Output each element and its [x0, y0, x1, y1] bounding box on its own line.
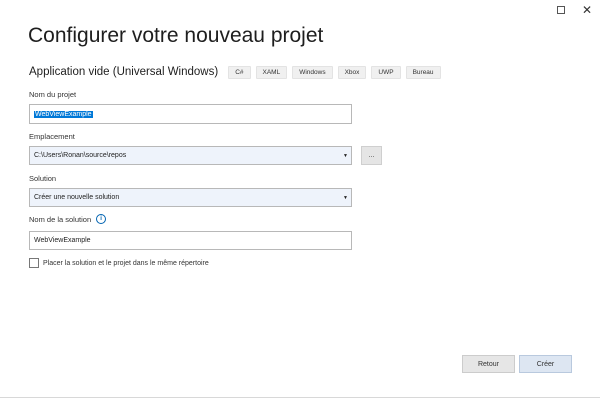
maximize-button[interactable]	[551, 3, 571, 17]
solution-value: Créer une nouvelle solution	[34, 194, 120, 201]
location-label: Emplacement	[29, 132, 75, 141]
new-project-dialog: ✕ Configurer votre nouveau projet Applic…	[0, 0, 600, 398]
project-name-input[interactable]: WebViewExample	[29, 104, 352, 124]
template-summary: Application vide (Universal Windows) C# …	[29, 65, 446, 79]
solution-label: Solution	[29, 174, 57, 183]
back-button[interactable]: Retour	[462, 355, 515, 373]
project-name-label: Nom du projet	[29, 90, 77, 99]
tag-xbox: Xbox	[337, 65, 367, 79]
solution-name-label-row: Nom de la solution i	[29, 214, 107, 224]
solution-combobox[interactable]: Créer une nouvelle solution ▼	[29, 188, 352, 207]
same-directory-option[interactable]: Placer la solution et le projet dans le …	[29, 258, 209, 268]
same-directory-label: Placer la solution et le projet dans le …	[43, 259, 209, 267]
location-combobox[interactable]: C:\Users\Ronan\source\repos ▼	[29, 146, 352, 165]
create-button[interactable]: Créer	[519, 355, 572, 373]
close-button[interactable]: ✕	[577, 3, 597, 17]
tag-bureau: Bureau	[405, 65, 441, 79]
solution-name-label: Nom de la solution	[29, 214, 92, 224]
dropdown-arrow-icon: ▼	[343, 152, 348, 159]
info-icon[interactable]: i	[96, 214, 107, 224]
page-title: Configurer votre nouveau projet	[28, 24, 324, 47]
project-name-value: WebViewExample	[34, 110, 93, 118]
solution-name-value: WebViewExample	[34, 237, 91, 244]
solution-name-input[interactable]: WebViewExample	[29, 231, 352, 250]
tag-csharp: C#	[228, 65, 251, 79]
dropdown-arrow-icon: ▼	[343, 194, 348, 201]
tag-uwp: UWP	[371, 65, 401, 79]
maximize-icon	[557, 6, 565, 14]
tag-windows: Windows	[292, 65, 333, 79]
tag-xaml: XAML	[255, 65, 288, 79]
template-name: Application vide (Universal Windows)	[29, 66, 219, 78]
location-value: C:\Users\Ronan\source\repos	[34, 152, 127, 159]
close-icon: ✕	[581, 3, 593, 17]
browse-button[interactable]: ...	[361, 146, 382, 165]
same-directory-checkbox[interactable]	[29, 258, 39, 268]
